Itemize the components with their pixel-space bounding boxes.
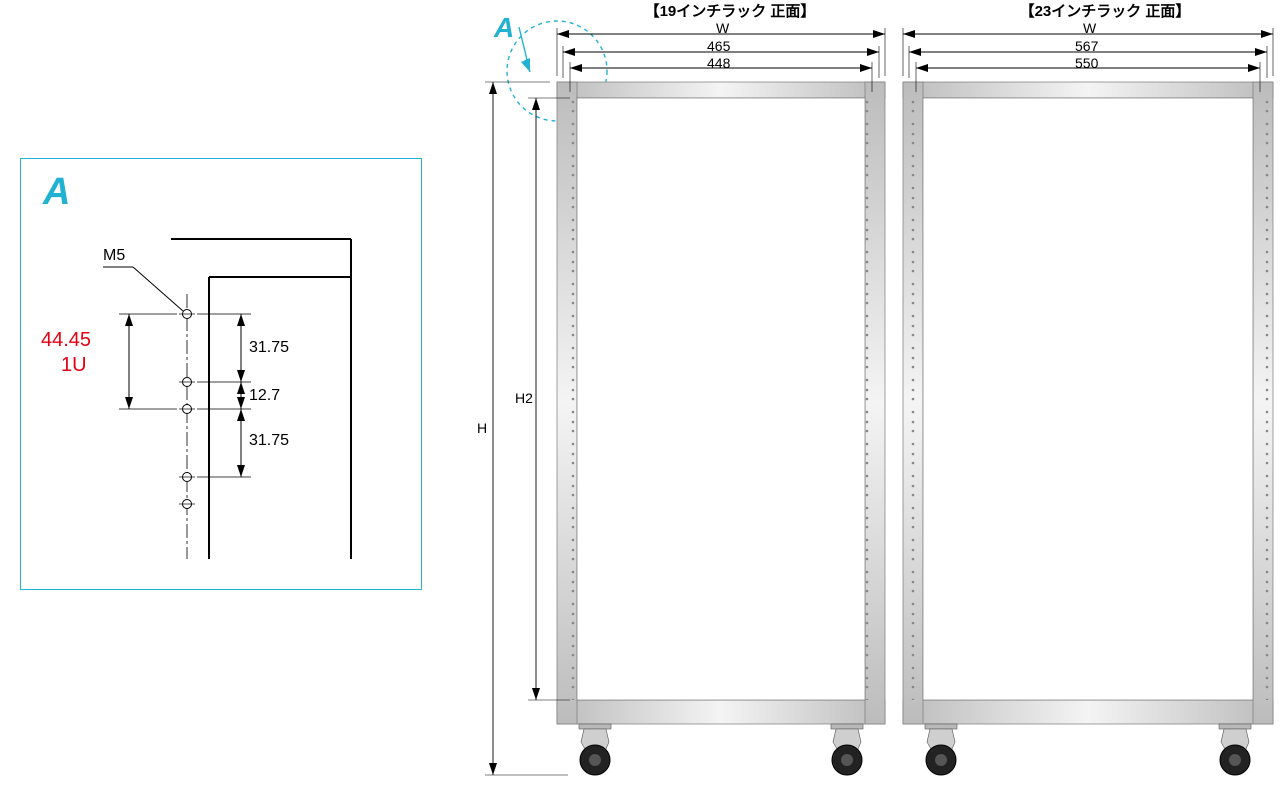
racks-drawing (0, 0, 1280, 800)
rack19-outer: 465 (707, 38, 730, 54)
rack19-inner: 448 (707, 55, 730, 71)
rack19-w: W (716, 20, 729, 36)
rack23-w: W (1083, 20, 1096, 36)
h-label: H (477, 420, 487, 436)
h2-label: H2 (515, 390, 533, 406)
rack23-outer: 567 (1075, 38, 1098, 54)
rack23-inner: 550 (1075, 55, 1098, 71)
